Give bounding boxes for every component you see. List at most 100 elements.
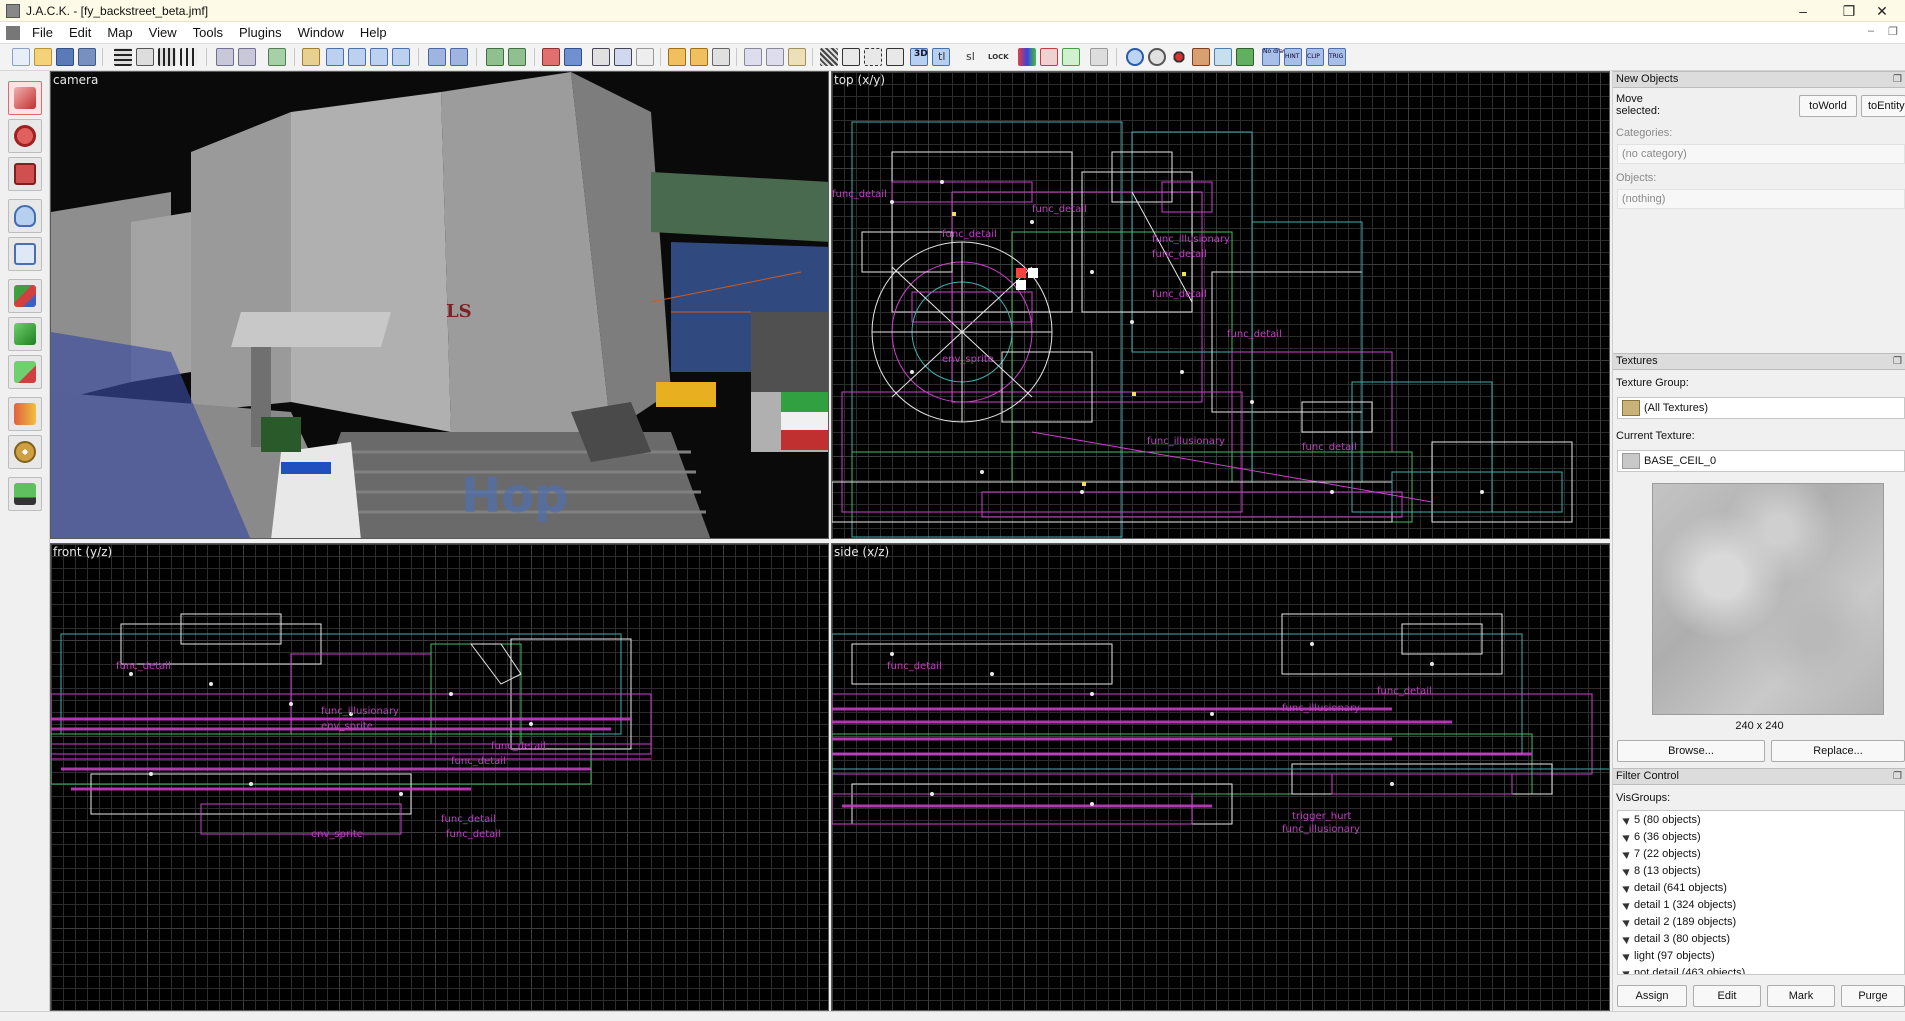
rotate-ccw-icon[interactable] — [486, 48, 504, 66]
vertex-tool[interactable] — [8, 435, 42, 469]
replace-button[interactable]: Replace... — [1771, 740, 1905, 762]
mark-button[interactable]: Mark — [1767, 985, 1835, 1007]
edit-button[interactable]: Edit — [1693, 985, 1761, 1007]
magnify-tool[interactable] — [8, 119, 42, 153]
visgroup-item[interactable]: detail 3 (80 objects) — [1618, 930, 1904, 947]
dock-icon[interactable]: ❐ — [1893, 354, 1902, 369]
mdi-restore-icon[interactable]: ❐ — [1888, 25, 1898, 38]
dock-icon[interactable]: ❐ — [1893, 769, 1902, 784]
expand-arrow-icon[interactable] — [1622, 950, 1632, 961]
visgroup-item[interactable]: 5 (80 objects) — [1618, 811, 1904, 828]
path-tool[interactable] — [8, 477, 42, 511]
expand-arrow-icon[interactable] — [1622, 831, 1632, 842]
visgroup-item[interactable]: 8 (13 objects) — [1618, 862, 1904, 879]
hollow-icon[interactable] — [564, 48, 582, 66]
camera-tool[interactable] — [8, 157, 42, 191]
to-world-button[interactable]: toWorld — [1799, 95, 1857, 117]
copy-props-icon[interactable] — [668, 48, 686, 66]
close-button[interactable]: ✕ — [1859, 0, 1905, 22]
menu-map[interactable]: Map — [99, 22, 140, 44]
visgroup-item[interactable]: detail 2 (189 objects) — [1618, 913, 1904, 930]
carve-icon[interactable] — [542, 48, 560, 66]
browse-button[interactable]: Browse... — [1617, 740, 1765, 762]
camera-viewport[interactable]: LS Hop camera — [50, 71, 829, 539]
document-icon[interactable] — [6, 25, 20, 40]
align-right-icon[interactable] — [348, 48, 366, 66]
top-viewport[interactable]: func_detail func_detail func_detail func… — [831, 71, 1610, 539]
paste-props-icon[interactable] — [690, 48, 708, 66]
visgroups-list[interactable]: 5 (80 objects) 6 (36 objects) 7 (22 obje… — [1617, 810, 1905, 975]
flip-vertical-icon[interactable] — [450, 48, 468, 66]
group-icon[interactable] — [216, 48, 234, 66]
center-view-icon[interactable] — [886, 48, 904, 66]
select-by-icon[interactable] — [592, 48, 610, 66]
expand-arrow-icon[interactable] — [1622, 865, 1632, 876]
expand-arrow-icon[interactable] — [1622, 933, 1632, 944]
expand-arrow-icon[interactable] — [1622, 967, 1632, 974]
paste-icon[interactable] — [788, 48, 806, 66]
texture-group-select[interactable]: (All Textures) — [1617, 397, 1905, 419]
selection-tool[interactable] — [8, 81, 42, 115]
torus-icon[interactable] — [1062, 48, 1080, 66]
arch-icon[interactable] — [1040, 48, 1058, 66]
clip-tool[interactable] — [8, 397, 42, 431]
expand-arrow-icon[interactable] — [1622, 814, 1632, 825]
front-viewport[interactable]: func_detail func_illusionary env_sprite … — [50, 543, 829, 1011]
menu-plugins[interactable]: Plugins — [231, 22, 290, 44]
texture-lock-icon[interactable] — [302, 48, 320, 66]
menu-file[interactable]: File — [24, 22, 61, 44]
entity-tool[interactable] — [8, 199, 42, 233]
scissors-icon[interactable] — [1090, 48, 1108, 66]
cut-icon[interactable] — [744, 48, 762, 66]
texture-tool[interactable] — [8, 279, 42, 313]
align-left-icon[interactable] — [326, 48, 344, 66]
align-bottom-icon[interactable] — [392, 48, 410, 66]
categories-field[interactable]: (no category) — [1617, 144, 1905, 164]
assign-button[interactable]: Assign — [1617, 985, 1687, 1007]
point-entity-icon[interactable] — [1170, 48, 1188, 66]
flip-horizontal-icon[interactable] — [428, 48, 446, 66]
apply-texture-tool[interactable] — [8, 317, 42, 351]
cube-outline-icon[interactable] — [712, 48, 730, 66]
pipe-icon[interactable] — [1214, 48, 1232, 66]
decal-tool[interactable] — [8, 355, 42, 389]
side-viewport[interactable]: func_detail func_illusionary trigger_hur… — [831, 543, 1610, 1011]
menu-help[interactable]: Help — [352, 22, 395, 44]
menu-edit[interactable]: Edit — [61, 22, 99, 44]
grid-pattern-icon[interactable] — [820, 48, 838, 66]
copy-icon[interactable] — [766, 48, 784, 66]
visgroup-item[interactable]: 6 (36 objects) — [1618, 828, 1904, 845]
rotate-cw-icon[interactable] — [508, 48, 526, 66]
cylinder-icon[interactable] — [1148, 48, 1166, 66]
menu-window[interactable]: Window — [290, 22, 352, 44]
lock-label[interactable]: LOCK — [988, 53, 1009, 61]
save-file-icon[interactable] — [56, 48, 74, 66]
visgroup-item[interactable]: detail (641 objects) — [1618, 879, 1904, 896]
grid-toggle-icon[interactable] — [114, 48, 132, 66]
grid-smaller-icon[interactable] — [158, 48, 176, 66]
selection-box-icon[interactable] — [864, 48, 882, 66]
expand-arrow-icon[interactable] — [1622, 899, 1632, 910]
dock-icon[interactable]: ❐ — [1893, 72, 1902, 87]
mdi-minimize-icon[interactable]: – — [1868, 25, 1874, 37]
sphere-icon[interactable] — [1126, 48, 1144, 66]
menu-tools[interactable]: Tools — [185, 22, 231, 44]
to-entity-button[interactable]: toEntity — [1861, 95, 1905, 117]
ignore-grouping-icon[interactable] — [636, 48, 654, 66]
save-all-icon[interactable] — [78, 48, 96, 66]
align-top-icon[interactable] — [370, 48, 388, 66]
texture-preview[interactable] — [1652, 483, 1884, 715]
color-palette-icon[interactable] — [1018, 48, 1036, 66]
block-tool[interactable] — [8, 237, 42, 271]
new-file-icon[interactable] — [12, 48, 30, 66]
visgroup-item[interactable]: 7 (22 objects) — [1618, 845, 1904, 862]
visgroup-item[interactable]: detail 1 (324 objects) — [1618, 896, 1904, 913]
minimize-button[interactable]: – — [1780, 0, 1826, 22]
bounding-box-icon[interactable] — [842, 48, 860, 66]
visgroup-item[interactable]: light (97 objects) — [1618, 947, 1904, 964]
grid-larger-icon[interactable] — [180, 48, 198, 66]
grid-3d-icon[interactable] — [136, 48, 154, 66]
objects-field[interactable]: (nothing) — [1617, 189, 1905, 209]
sl-label[interactable]: sl — [966, 50, 975, 63]
ungroup-icon[interactable] — [238, 48, 256, 66]
